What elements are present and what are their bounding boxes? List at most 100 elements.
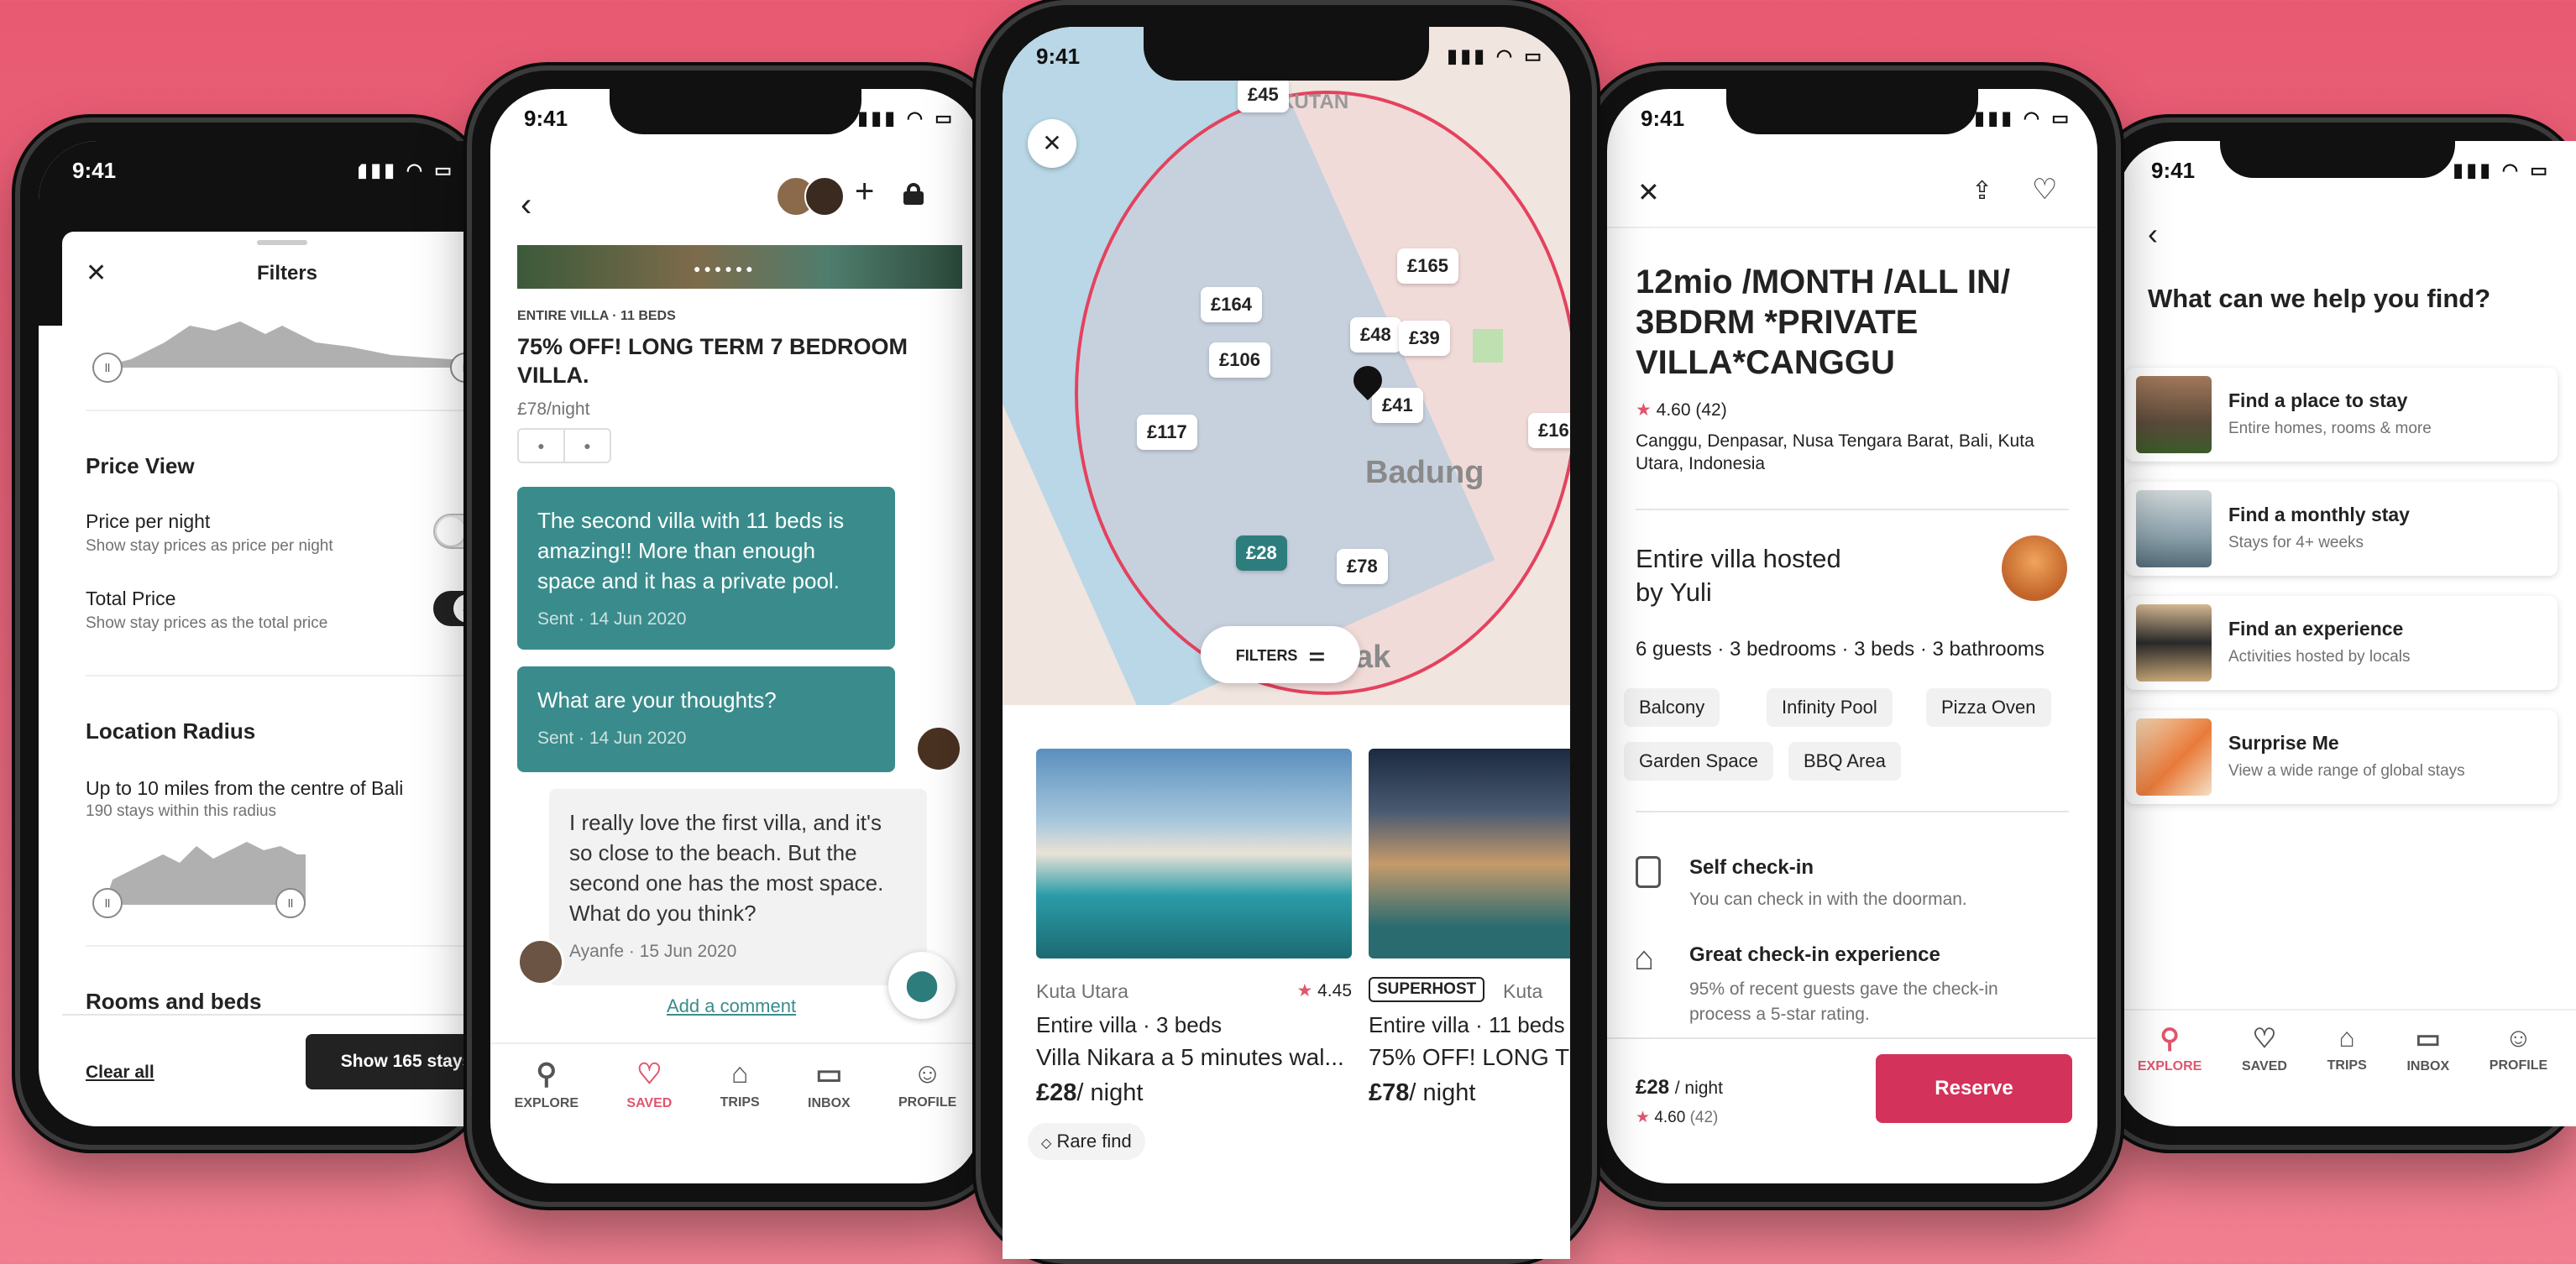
airbnb-logo-icon: ⌂ [2338,1022,2355,1052]
feature-title: Great check-in experience [1689,943,1940,966]
amenity-chip: Garden Space [1624,742,1773,781]
listing-type: ENTIRE VILLA · 11 BEDS [517,309,676,323]
received-message[interactable]: I really love the first villa, and it's … [549,789,927,985]
rating-value: 4.45 [1317,981,1352,1000]
radius-slider-max-handle[interactable]: ll [275,888,306,918]
phone-notch [1144,27,1429,81]
lock-icon [1636,856,1661,888]
search-icon: ⚲ [536,1058,558,1090]
share-icon[interactable]: ⇪ [1971,176,1992,206]
listing-price: £78/night [517,400,590,419]
listing-title[interactable]: 75% OFF! LONG TERM 7 BEDROOM VILLA. [517,332,937,389]
price-pin[interactable]: £48 [1350,317,1401,353]
price-slider-min-handle[interactable]: ll [92,353,123,383]
hammock-thumbnail [2136,718,2212,796]
listing-details: 6 guests · 3 bedrooms · 3 beds · 3 bathr… [1636,638,2045,661]
total-price-label: Total Price [86,588,176,609]
host-title: Entire villa hosted by Yuli [1636,544,1841,607]
tab-explore[interactable]: ⚲ EXPLORE [2138,1022,2202,1074]
card-title: Find a place to stay [2228,389,2408,411]
star-icon: ★ [1636,1109,1651,1126]
reaction-buttons[interactable]: ● ● [517,428,611,463]
filters-screen: 9:41 ▮▮▮ ◠ ▭ ✕ Filters ll ll Price View … [39,141,480,1126]
sent-message[interactable]: What are your thoughts? Sent · 14 Jun 20… [517,666,895,772]
listing-card[interactable]: Kuta Utara ★ 4.45 Entire villa · 3 beds … [1028,749,1352,1185]
house-thumbnail [2136,376,2212,453]
avatar[interactable] [804,176,845,217]
tab-explore[interactable]: ⚲ EXPLORE [515,1058,579,1111]
host-avatar[interactable] [2002,535,2067,601]
filters-button[interactable]: FILTERS ⚌ [1201,626,1360,683]
price-value: £78 [1369,1079,1410,1106]
card-subtitle: View a wide range of global stays [2228,762,2465,780]
tab-label: TRIPS [2327,1058,2367,1073]
add-comment-link[interactable]: Add a comment [667,995,796,1017]
price-pin[interactable]: £41 [1372,388,1423,423]
price-pin[interactable]: £117 [1137,415,1197,450]
tab-label: PROFILE [898,1095,957,1110]
option-card-surprise[interactable]: Surprise Me View a wide range of global … [2126,710,2558,804]
message-text: I really love the first villa, and it's … [569,810,884,926]
comment-icon[interactable]: ● [565,430,610,462]
price-pin[interactable]: £164 [1201,287,1262,322]
radius-histogram [104,842,306,905]
map-area-label: Badung [1365,455,1484,490]
price-pin[interactable]: £16 [1528,413,1570,448]
listing-type: Entire villa · 3 beds [1036,1012,1223,1037]
divider [1636,811,2069,812]
message-text: What are your thoughts? [537,687,777,713]
type-text: Entire villa [1369,1012,1469,1037]
reserve-button[interactable]: Reserve [1876,1054,2072,1123]
add-participant-icon[interactable]: + [855,173,874,211]
avatar [915,725,962,772]
message-meta: Sent · 14 Jun 2020 [537,609,687,629]
tab-profile[interactable]: ☺ PROFILE [898,1058,956,1111]
price-pin[interactable]: £39 [1399,321,1450,356]
back-arrow-icon[interactable]: ‹ [521,186,531,224]
option-card-place[interactable]: Find a place to stay Entire homes, rooms… [2126,368,2558,462]
listing-name: Villa Nikara a 5 minutes wal... [1036,1044,1344,1070]
tab-saved[interactable]: ♡ SAVED [2242,1022,2287,1074]
price-pin[interactable]: £106 [1209,342,1270,378]
lock-icon[interactable] [903,183,924,205]
message-meta: Sent · 14 Jun 2020 [537,729,687,748]
footer-rating[interactable]: ★ 4.60 (42) [1636,1108,1718,1127]
heart-icon[interactable]: ♡ [2032,173,2057,206]
phone-filters: 9:41 ▮▮▮ ◠ ▭ ✕ Filters ll ll Price View … [15,118,485,1150]
price-pin-selected[interactable]: £28 [1236,535,1287,571]
listing-photo[interactable]: ●●●●●● [517,245,962,289]
show-stays-button[interactable]: Show 165 stays [306,1034,480,1089]
radius-slider-min-handle[interactable]: ll [92,888,123,918]
sent-message[interactable]: The second villa with 11 beds is amazing… [517,487,895,650]
close-icon[interactable]: ✕ [86,259,107,288]
type-text: Entire villa [1036,1012,1137,1037]
like-icon[interactable]: ● [519,430,565,462]
price-pin[interactable]: £78 [1337,549,1388,584]
radius-text: Up to 10 miles from the centre of Bali [86,777,404,799]
divider [2118,1009,2576,1011]
map-pin-button[interactable]: ⬤ [888,952,956,1019]
listing-card[interactable]: SUPERHOST Kuta Entire villa · 11 beds 75… [1369,749,1570,1185]
tab-inbox[interactable]: ▭ INBOX [808,1058,851,1111]
option-card-monthly[interactable]: Find a monthly stay Stays for 4+ weeks [2126,482,2558,576]
clear-all-button[interactable]: Clear all [86,1063,154,1083]
close-map-button[interactable]: ✕ [1028,119,1076,168]
tab-saved[interactable]: ♡ SAVED [626,1058,672,1111]
tab-trips[interactable]: ⌂ TRIPS [2327,1022,2367,1074]
option-card-experience[interactable]: Find an experience Activities hosted by … [2126,596,2558,690]
tab-trips[interactable]: ⌂ TRIPS [720,1058,760,1111]
phone-notch [133,131,368,178]
tab-profile[interactable]: ☺ PROFILE [2490,1022,2547,1074]
listing-rating[interactable]: ★ 4.60 (42) [1636,400,1727,420]
search-icon: ⚲ [2160,1023,2180,1053]
price-pin[interactable]: £165 [1397,248,1458,284]
card-subtitle: Entire homes, rooms & more [2228,420,2432,437]
close-icon[interactable]: ✕ [1637,176,1660,208]
toggle-knob [437,517,465,546]
tab-inbox[interactable]: ▭ INBOX [2406,1022,2449,1074]
listing-price: £78/ night [1369,1079,1475,1107]
price-value: £28 [1636,1076,1670,1099]
sheet-handle[interactable] [257,240,307,245]
back-arrow-icon[interactable]: ‹ [2148,217,2158,252]
map-view[interactable]: KUTAN Badung ak £45 £165 £164 £48 £39 £1… [1003,27,1570,705]
